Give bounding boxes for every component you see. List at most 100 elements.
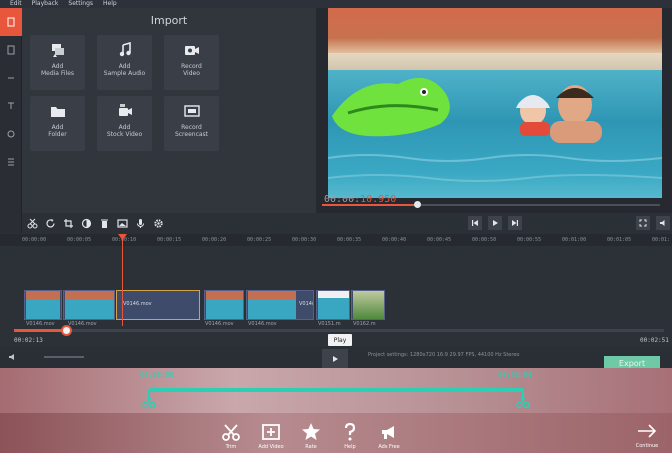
transition-icon [8,77,14,79]
camera-icon [184,46,199,55]
trim-end-handle[interactable] [516,390,530,410]
video-clip[interactable] [204,290,244,320]
color-adjust-button[interactable] [79,216,94,231]
video-clip[interactable]: V014( [246,290,314,320]
clip-name: V0146.mov [123,301,152,307]
ads-free-action-button[interactable]: Ads Free [371,422,407,450]
sidebar-tab-filters[interactable] [0,36,22,64]
ruler-tick: 00:00:35 [337,237,362,243]
ruler-tick: 00:00:30 [292,237,317,243]
video-frame[interactable] [328,8,662,198]
volume-preview-button[interactable] [656,216,670,230]
image-icon [117,219,128,228]
trash-icon [101,219,108,228]
video-clip[interactable] [63,290,115,320]
contrast-icon [81,218,92,229]
fullscreen-icon [639,219,647,227]
tile-label: Add Folder [48,124,67,138]
trim-action-button[interactable]: Trim [213,422,249,450]
record-audio-button[interactable] [133,216,148,231]
action-label: Add Video [258,444,284,450]
video-clip[interactable] [24,290,62,320]
next-button[interactable] [508,216,522,230]
continue-button[interactable]: Continue [632,420,662,449]
menu-playback[interactable]: Playback [32,0,59,8]
folder-icon [50,107,65,117]
scene-figures [328,77,662,182]
add-sample-audio-button[interactable]: Add Sample Audio [97,35,152,90]
video-clip[interactable] [316,290,350,320]
clip-label: V0146.mov [248,321,277,327]
previous-button[interactable] [468,216,482,230]
add-stock-video-button[interactable]: Add Stock Video [97,96,152,151]
action-label: Ads Free [378,444,400,450]
action-label: Rate [305,444,317,450]
skip-forward-icon [512,220,518,226]
sidebar-tab-stickers[interactable] [0,120,22,148]
action-label: Trim [225,444,237,450]
delete-button[interactable] [97,216,112,231]
ruler-tick: 00:00:20 [202,237,227,243]
playhead-line[interactable] [122,234,123,326]
microphone-icon [137,219,144,228]
sidebar-tab-more[interactable] [0,148,22,176]
ruler-tick: 00:01: [652,237,671,243]
clip-name: V014( [299,301,314,307]
add-video-action-button[interactable]: Add Video [253,422,289,450]
menu-help[interactable]: Help [103,0,117,8]
sidebar-tab-import[interactable] [0,8,22,36]
project-scrub-bar[interactable] [14,325,664,336]
clip-label: V0146.mov [205,321,234,327]
preview-progress-handle[interactable] [413,201,421,208]
filmstrip-icon [7,45,15,55]
menu-edit[interactable]: Edit [10,0,22,8]
video-clip[interactable] [351,290,385,320]
preview-timecode: 00:00:10.950 [324,194,396,205]
ruler-tick: 00:00:15 [157,237,182,243]
image-button[interactable] [115,216,130,231]
settings-button[interactable] [151,216,166,231]
add-folder-button[interactable]: Add Folder [30,96,85,151]
menu-settings[interactable]: Settings [68,0,93,8]
tile-label: Record Screencast [174,124,209,138]
scissors-icon [222,424,240,441]
help-action-button[interactable]: Help [332,422,368,450]
add-video-icon [262,424,280,440]
skip-back-icon [472,220,478,226]
question-icon [344,422,356,441]
video-clip-selected[interactable]: V0146.mov [116,290,200,320]
play-icon [333,356,338,362]
sidebar-tab-titles[interactable] [0,92,22,120]
screencast-icon [183,105,200,117]
fullscreen-button[interactable] [636,216,650,230]
ruler-tick: 00:00:50 [472,237,497,243]
play-preview-button[interactable] [488,216,502,230]
crop-button[interactable] [61,216,76,231]
project-settings: Project settings: 1280x720 16:9 29.97 FP… [368,352,520,358]
speaker-icon[interactable] [8,353,18,361]
play-button[interactable] [322,349,348,369]
cut-button[interactable] [25,216,40,231]
trim-range-bar[interactable] [149,388,523,392]
trim-start-handle[interactable] [142,390,156,410]
clip-label: V0162.m [353,321,376,327]
speaker-icon [660,220,665,226]
total-time: 00:02:51 [640,337,669,344]
tile-label: Add Stock Video [106,124,143,138]
timeline-toolbar: 00:00:10.950 [22,194,672,234]
video-preview-panel [316,8,672,213]
scrub-handle[interactable] [61,325,72,336]
tile-label: Record Video [181,63,202,77]
timeline-ruler[interactable]: 00:00:00 00:00:05 00:00:10 00:00:15 00:00:20… [0,234,672,246]
record-video-button[interactable]: Record Video [164,35,219,90]
add-media-files-button[interactable]: Add Media Files [30,35,85,90]
rate-action-button[interactable]: Rate [293,422,329,450]
left-sidebar [0,8,22,233]
trim-end-time: 00:03:04 [498,371,532,379]
rotate-button[interactable] [43,216,58,231]
crop-icon [64,219,73,228]
volume-slider[interactable] [44,356,84,358]
menu-bar: Edit Playback Settings Help [0,0,672,8]
record-screencast-button[interactable]: Record Screencast [164,96,219,151]
sidebar-tab-transitions[interactable] [0,64,22,92]
